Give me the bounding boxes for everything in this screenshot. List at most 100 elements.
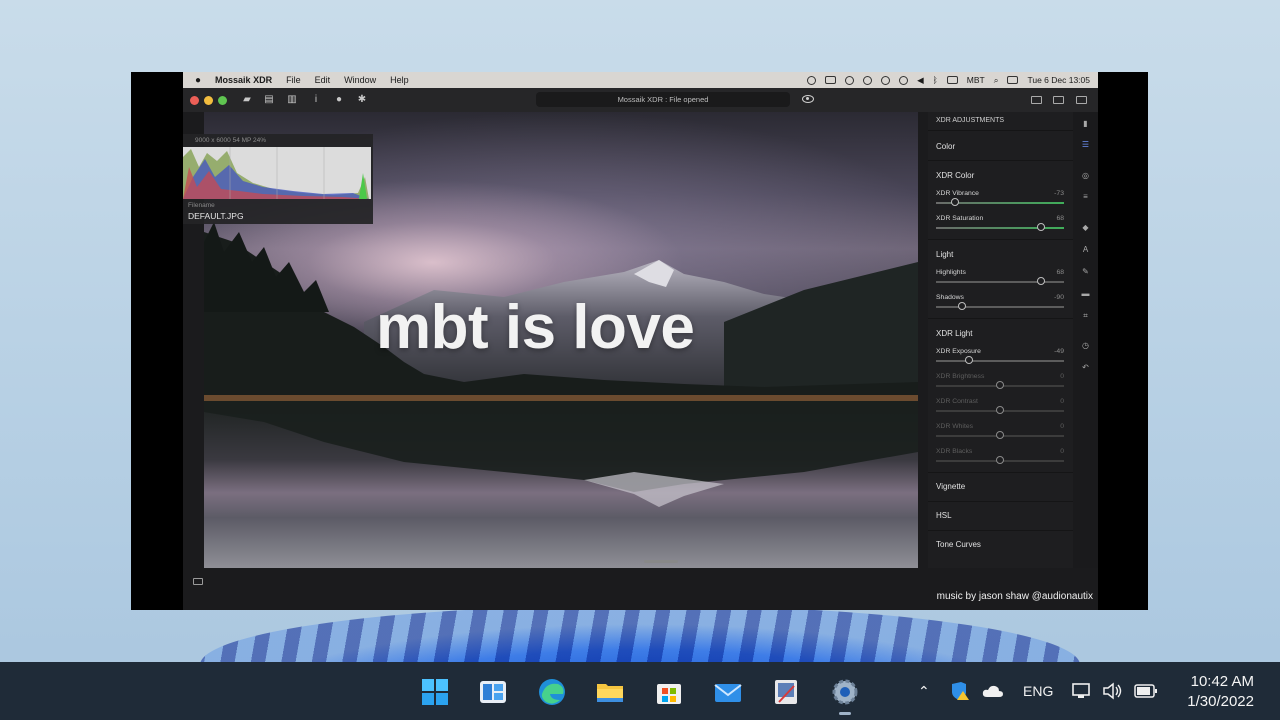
taskbar-clock[interactable]: 10:42 AM 1/30/2022 (1187, 672, 1254, 712)
bluetooth-icon[interactable]: ᛒ (933, 75, 938, 85)
section-light[interactable]: Light (936, 250, 953, 259)
section-color[interactable]: Color (936, 142, 955, 151)
status-icon-5[interactable] (881, 75, 891, 85)
onedrive-icon[interactable] (982, 684, 1004, 698)
separator (928, 472, 1073, 473)
preview-eye-icon[interactable] (802, 95, 814, 103)
panel-toggle-icon[interactable] (1076, 96, 1087, 104)
slider-knob[interactable] (996, 406, 1004, 414)
slider-track[interactable] (936, 306, 1064, 308)
control-center-icon[interactable] (1007, 76, 1019, 84)
section-hsl[interactable]: HSL (936, 511, 952, 520)
thumbnail-toggle-icon[interactable] (193, 578, 203, 585)
file-explorer-icon[interactable] (594, 676, 626, 708)
slider-knob[interactable] (1036, 223, 1045, 231)
menu-window[interactable]: Window (344, 75, 376, 85)
filename-label: Filename (188, 202, 215, 209)
slider-knob[interactable] (951, 198, 960, 206)
panel-header: XDR ADJUSTMENTS (936, 117, 1005, 124)
windows-taskbar: ⌃ ENG 10:42 AM 1/30/2022 (0, 662, 1280, 720)
status-icon-4[interactable] (863, 75, 873, 85)
slider-xdr-brightness[interactable]: XDR Brightness 0 (936, 373, 1064, 393)
slider-label: XDR Whites (936, 423, 974, 430)
status-icon-1[interactable] (807, 75, 817, 85)
slider-knob[interactable] (996, 456, 1004, 464)
spotlight-icon[interactable]: ⌕ (994, 75, 999, 86)
close-window-button[interactable] (190, 96, 199, 105)
zoom-window-button[interactable] (218, 96, 227, 105)
apple-icon[interactable]: ● (195, 75, 201, 86)
chevron-up-icon[interactable]: ⌃ (918, 683, 938, 700)
slider-knob[interactable] (996, 431, 1004, 439)
menu-app-name[interactable]: Mossaik XDR (215, 75, 272, 85)
filename-value: DEFAULT.JPG (188, 211, 244, 221)
canvas-scroll-handle[interactable] (644, 560, 678, 563)
crop-icon[interactable]: ⌗ (1081, 311, 1090, 320)
slider-label: XDR Vibrance (936, 190, 979, 197)
section-vignette[interactable]: Vignette (936, 482, 965, 491)
section-xdr-light[interactable]: XDR Light (936, 329, 972, 338)
slider-shadows[interactable]: Shadows -90 (936, 294, 1064, 314)
menu-help[interactable]: Help (390, 75, 409, 85)
slider-highlights[interactable]: Highlights 68 (936, 269, 1064, 289)
export-icon[interactable]: ▤ (263, 94, 275, 105)
frame-icon[interactable]: ▬ (1081, 289, 1090, 298)
security-warning-icon[interactable] (950, 681, 972, 701)
info-icon[interactable]: i (310, 94, 322, 105)
brightness-icon[interactable] (845, 75, 855, 85)
adjustments-icon[interactable]: ☰ (1081, 140, 1090, 149)
settings-icon[interactable] (829, 676, 861, 708)
menu-file[interactable]: File (286, 75, 301, 85)
slider-knob[interactable] (965, 356, 974, 364)
menu-edit[interactable]: Edit (315, 75, 331, 85)
widgets-icon[interactable] (477, 676, 509, 708)
list-icon[interactable]: ≡ (1081, 192, 1090, 201)
bag-icon[interactable]: ▮ (1081, 119, 1090, 128)
slider-knob[interactable] (1036, 277, 1045, 285)
battery-icon[interactable] (946, 76, 958, 84)
slider-xdr-exposure[interactable]: XDR Exposure -49 (936, 348, 1064, 368)
battery-icon[interactable] (1134, 684, 1158, 698)
undo-icon[interactable]: ↶ (1081, 363, 1090, 372)
brush-icon[interactable]: ✎ (1081, 267, 1090, 276)
start-icon[interactable] (419, 676, 451, 708)
separator (928, 160, 1073, 161)
slider-xdr-blacks[interactable]: XDR Blacks 0 (936, 448, 1064, 468)
slider-track[interactable] (936, 360, 1064, 362)
layout-icon[interactable] (1053, 96, 1064, 104)
time-machine-icon[interactable] (899, 75, 909, 85)
text-icon[interactable]: A (1081, 245, 1090, 254)
slider-xdr-contrast[interactable]: XDR Contrast 0 (936, 398, 1064, 418)
network-icon[interactable] (1072, 682, 1094, 700)
language-indicator[interactable]: ENG (1023, 683, 1053, 699)
slider-knob[interactable] (996, 381, 1004, 389)
histogram-icon[interactable]: ▥ (286, 94, 298, 105)
menubar-clock[interactable]: Tue 6 Dec 13:05 (1027, 75, 1090, 85)
target-icon[interactable]: ◎ (1081, 171, 1090, 180)
section-tone-curves[interactable]: Tone Curves (936, 540, 981, 549)
clock-icon[interactable]: ◷ (1081, 341, 1090, 350)
section-xdr-color[interactable]: XDR Color (936, 171, 974, 180)
separator (928, 239, 1073, 240)
magic-wand-icon[interactable]: ✱ (356, 94, 368, 105)
slider-label: XDR Brightness (936, 373, 985, 380)
speaker-icon[interactable] (1102, 682, 1124, 700)
slider-knob[interactable] (957, 302, 966, 310)
snipping-tool-icon[interactable] (770, 676, 802, 708)
volume-icon[interactable]: ◀ (917, 75, 924, 86)
store-icon[interactable] (653, 676, 685, 708)
network-label[interactable]: MBT (967, 75, 985, 85)
sidebar-toggle-icon[interactable] (1031, 96, 1042, 104)
slider-xdr-vibrance[interactable]: XDR Vibrance -73 (936, 190, 1064, 210)
mail-icon[interactable] (712, 676, 744, 708)
open-folder-icon[interactable]: ▰ (241, 94, 253, 105)
status-icon-2[interactable] (825, 76, 837, 84)
slider-xdr-whites[interactable]: XDR Whites 0 (936, 423, 1064, 443)
separator (928, 130, 1073, 131)
slider-xdr-saturation[interactable]: XDR Saturation 68 (936, 215, 1064, 235)
system-tray: ⌃ ENG (918, 662, 1158, 720)
layers-icon[interactable]: ◆ (1081, 223, 1090, 232)
details-icon[interactable]: ● (333, 94, 345, 105)
minimize-window-button[interactable] (204, 96, 213, 105)
edge-icon[interactable] (536, 676, 568, 708)
